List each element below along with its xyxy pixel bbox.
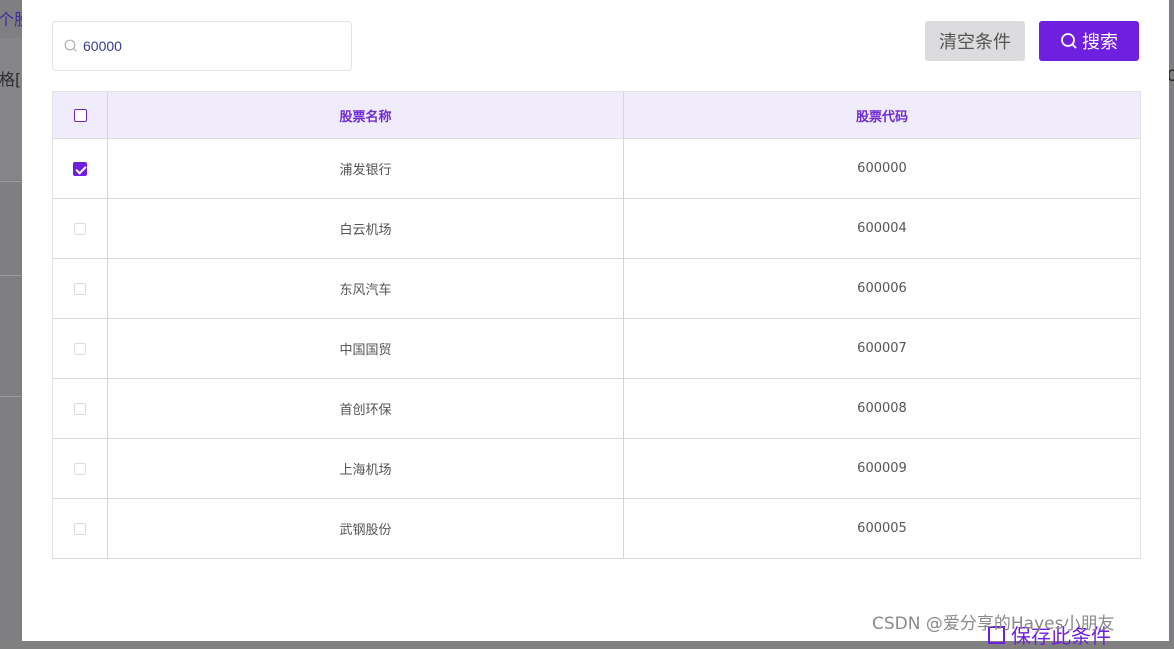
search-input[interactable]	[83, 34, 333, 58]
column-header-code[interactable]: 股票代码	[624, 92, 1140, 138]
search-icon	[1061, 33, 1077, 49]
background-text: 0	[1169, 66, 1174, 85]
row-checkbox[interactable]	[74, 282, 86, 295]
stock-table: 股票名称 股票代码 浦发银行 600000 白云机场 600004 东风汽车 600006…	[52, 91, 1141, 559]
stock-search-dialog: 清空条件 搜索 股票名称 股票代码 浦发银行 600000 白云机场 600004 东风…	[22, 0, 1169, 648]
stock-code-cell: 600008	[857, 401, 907, 416]
row-checkbox-cell	[53, 139, 108, 198]
background-text: 格[有	[0, 70, 22, 89]
stock-name-cell: 东风汽车	[108, 259, 624, 318]
row-checkbox-cell	[53, 199, 108, 258]
row-checkbox[interactable]	[73, 161, 87, 176]
stock-code-cell: 600009	[857, 461, 907, 476]
search-button[interactable]: 搜索	[1039, 21, 1139, 61]
table-row[interactable]: 上海机场 600009	[53, 439, 1140, 499]
background-divider	[0, 396, 22, 397]
table-row[interactable]: 东风汽车 600006	[53, 259, 1140, 319]
row-checkbox[interactable]	[74, 402, 86, 415]
search-box[interactable]	[52, 21, 352, 71]
table-row[interactable]: 中国国贸 600007	[53, 319, 1140, 379]
row-checkbox-cell	[53, 379, 108, 438]
stock-name-cell: 武钢股份	[108, 499, 624, 558]
watermark: CSDN @爱分享的Hayes小朋友	[872, 614, 1115, 634]
table-header: 股票名称 股票代码	[53, 92, 1140, 139]
row-checkbox-cell	[53, 319, 108, 378]
search-icon	[64, 39, 77, 52]
column-header-name[interactable]: 股票名称	[108, 92, 624, 138]
row-checkbox[interactable]	[74, 222, 86, 235]
row-checkbox[interactable]	[74, 462, 86, 475]
table-row[interactable]: 首创环保 600008	[53, 379, 1140, 439]
stock-name-cell: 首创环保	[108, 379, 624, 438]
table-row[interactable]: 浦发银行 600000	[53, 139, 1140, 199]
background-page-left: 个股 格[有	[0, 0, 22, 641]
table-body: 浦发银行 600000 白云机场 600004 东风汽车 600006 中国国贸 600007…	[53, 139, 1140, 559]
stock-name-cell: 上海机场	[108, 439, 624, 498]
stock-name-cell: 白云机场	[108, 199, 624, 258]
background-text: 个股	[0, 10, 22, 29]
stock-code-cell: 600007	[857, 341, 907, 356]
stock-code-cell: 600000	[857, 161, 907, 176]
row-checkbox[interactable]	[74, 522, 86, 535]
stock-name-cell: 浦发银行	[108, 139, 624, 198]
stock-code-cell: 600006	[857, 281, 907, 296]
background-divider	[0, 275, 22, 276]
background-divider	[0, 181, 22, 182]
header-checkbox-cell	[53, 92, 108, 138]
table-row[interactable]: 武钢股份 600005	[53, 499, 1140, 559]
row-checkbox-cell	[53, 259, 108, 318]
table-row[interactable]: 白云机场 600004	[53, 199, 1140, 259]
row-checkbox-cell	[53, 439, 108, 498]
row-checkbox[interactable]	[74, 342, 86, 355]
select-all-checkbox[interactable]	[73, 108, 87, 122]
row-checkbox-cell	[53, 499, 108, 558]
stock-code-cell: 600004	[857, 221, 907, 236]
background-page-right: 0	[1169, 0, 1174, 641]
clear-conditions-button[interactable]: 清空条件	[925, 21, 1025, 61]
search-button-label: 搜索	[1082, 32, 1118, 53]
background-band	[0, 38, 22, 180]
stock-code-cell: 600005	[857, 521, 907, 536]
clear-conditions-label: 清空条件	[939, 32, 1011, 53]
stock-name-cell: 中国国贸	[108, 319, 624, 378]
